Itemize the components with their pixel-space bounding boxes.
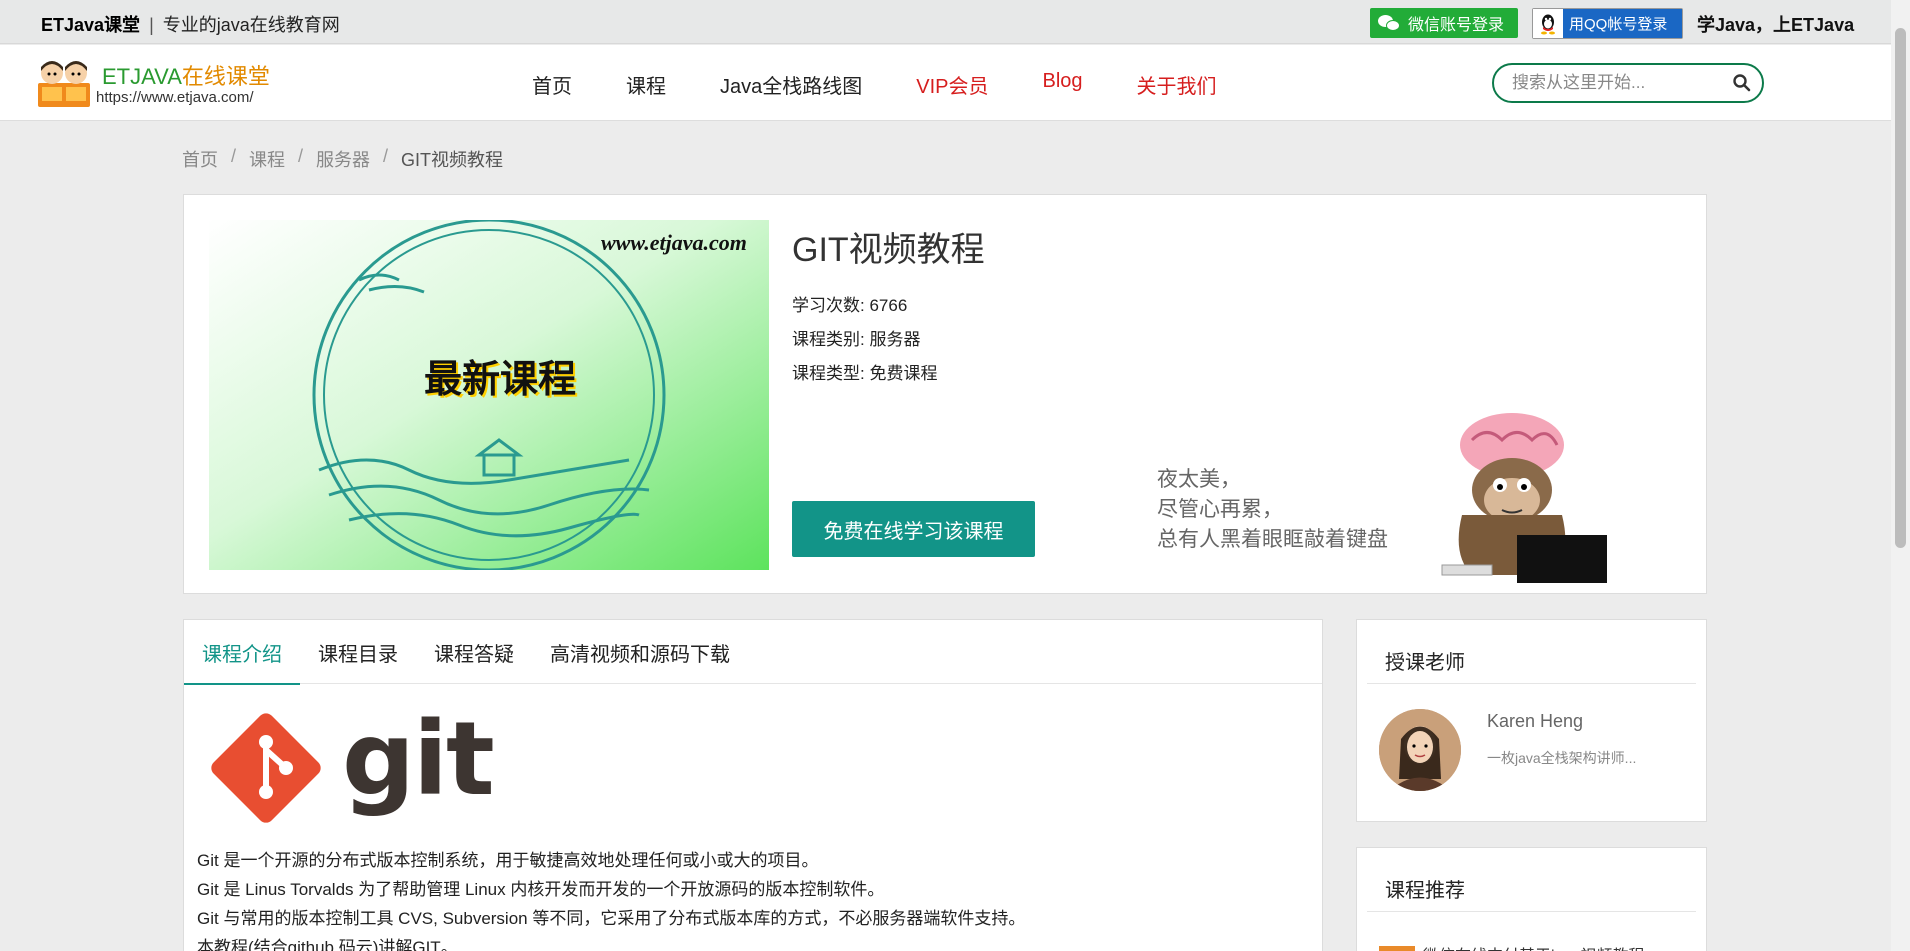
qq-penguin-icon [1533, 9, 1563, 38]
tab-course-qa[interactable]: 课程答疑 [416, 620, 532, 684]
teacher-card-title: 授课老师 [1385, 652, 1465, 674]
git-logo: git [210, 700, 495, 830]
breadcrumb: 首页 / 课程 / 服务器 / GIT视频教程 [182, 146, 503, 172]
site-header-text: ETJava课堂 | 专业的java在线教育网 [41, 11, 340, 37]
site-name[interactable]: ETJava课堂 [41, 15, 140, 35]
intro-paragraph: 本教程(结合github,码云)讲解GIT。 [197, 938, 458, 951]
type-row: 课程类型: 免费课程 [792, 357, 937, 391]
category-value: 服务器 [869, 330, 921, 349]
wechat-login-label: 微信账号登录 [1408, 17, 1505, 34]
wechat-login-button[interactable]: 微信账号登录 [1370, 8, 1518, 38]
teacher-avatar[interactable] [1379, 709, 1461, 791]
search-box [1492, 63, 1764, 103]
teacher-name[interactable]: Karen Heng [1487, 711, 1583, 732]
slogan: 学Java，上ETJava [1697, 15, 1855, 35]
study-count-label: 学习次数: [792, 296, 865, 315]
teacher-card: 授课老师 Karen Heng 一枚java全栈架构讲师... [1356, 619, 1707, 822]
separator: | [149, 15, 154, 35]
scrollbar-thumb[interactable] [1895, 28, 1906, 548]
breadcrumb-divider: / [298, 146, 304, 166]
course-meta: 学习次数: 6766 课程类别: 服务器 课程类型: 免费课程 [792, 289, 937, 391]
divider [1367, 683, 1696, 684]
cover-badge: 最新课程 [424, 359, 577, 401]
intro-paragraph: Git 是 Linus Torvalds 为了帮助管理 Linux 内核开发而开… [197, 880, 885, 899]
course-cover-image: www.etjava.com 最新课程 [209, 220, 769, 570]
recommend-card: 课程推荐 微信在线支付基于java视频教程 [1356, 847, 1707, 951]
nav-java-roadmap[interactable]: Java全栈路线图 [720, 70, 862, 99]
qq-login-label: 用QQ帐号登录 [1563, 9, 1682, 38]
poem-line: 总有人黑着眼眶敲着键盘 [1157, 528, 1388, 551]
qq-login-button[interactable]: 用QQ帐号登录 [1532, 8, 1683, 39]
nav-blog[interactable]: Blog [1043, 70, 1083, 99]
page-scrollbar[interactable] [1891, 0, 1910, 951]
teacher-description: 一枚java全栈架构讲师... [1487, 750, 1637, 766]
start-study-button[interactable]: 免费在线学习该课程 [792, 501, 1035, 557]
breadcrumb-courses[interactable]: 课程 [249, 146, 285, 172]
poem-line: 夜太美， [1157, 468, 1241, 491]
type-value: 免费课程 [869, 364, 938, 383]
course-intro-text: Git 是一个开源的分布式版本控制系统，用于敏捷高效地处理任何或小或大的项目。 … [197, 846, 1025, 951]
nav-vip[interactable]: VIP会员 [916, 70, 988, 99]
poem-line: 尽管心再累， [1157, 498, 1283, 521]
top-bar: ETJava课堂 | 专业的java在线教育网 微信账号登录 用QQ帐号登录 学… [0, 0, 1891, 44]
type-label: 课程类型: [792, 364, 865, 383]
course-detail-panel: 课程介绍 课程目录 课程答疑 高清视频和源码下载 git Git 是一个开源的分… [183, 619, 1323, 951]
intro-paragraph: Git 是一个开源的分布式版本控制系统，用于敏捷高效地处理任何或小或大的项目。 [197, 851, 819, 870]
programmer-monkey-illustration [1441, 413, 1607, 583]
wechat-icon [1378, 14, 1402, 32]
logo-brand-en: ETJAVA [102, 64, 182, 89]
git-logo-text: git [342, 700, 495, 819]
cover-url-text: www.etjava.com [601, 230, 747, 255]
breadcrumb-current: GIT视频教程 [401, 150, 504, 170]
logo-url: https://www.etjava.com/ [96, 89, 254, 106]
search-input[interactable] [1512, 72, 1727, 94]
nav-courses[interactable]: 课程 [626, 70, 666, 99]
logo-kids-icon [38, 61, 90, 107]
search-icon[interactable] [1732, 73, 1752, 93]
breadcrumb-divider: / [231, 146, 237, 166]
breadcrumb-server[interactable]: 服务器 [316, 146, 370, 172]
breadcrumb-divider: / [383, 146, 389, 166]
site-logo[interactable]: ETJAVA在线课堂 https://www.etjava.com/ [34, 53, 284, 113]
course-header-card: www.etjava.com 最新课程 GIT视频教程 学习次数: 6766 课… [183, 194, 1707, 594]
recommend-card-title: 课程推荐 [1385, 880, 1465, 902]
course-title: GIT视频教程 [792, 231, 985, 269]
category-label: 课程类别: [792, 330, 865, 349]
primary-nav: 首页 课程 Java全栈路线图 VIP会员 Blog 关于我们 [532, 70, 1271, 99]
main-navbar: ETJAVA在线课堂 https://www.etjava.com/ 首页 课程… [0, 45, 1891, 121]
breadcrumb-home[interactable]: 首页 [182, 146, 218, 172]
logo-brand-cn: 在线课堂 [181, 64, 270, 89]
recommend-thumbnail[interactable] [1379, 946, 1415, 951]
nav-home[interactable]: 首页 [532, 70, 572, 99]
study-count-row: 学习次数: 6766 [792, 289, 937, 323]
tab-course-catalog[interactable]: 课程目录 [300, 620, 416, 684]
recommend-item-title[interactable]: 微信在线支付基于java视频教程 [1423, 942, 1644, 951]
intro-paragraph: Git 与常用的版本控制工具 CVS, Subversion 等不同，它采用了分… [197, 909, 1026, 928]
category-row: 课程类别: 服务器 [792, 323, 937, 357]
study-count-value: 6766 [869, 296, 908, 315]
course-tabs: 课程介绍 课程目录 课程答疑 高清视频和源码下载 [184, 620, 1322, 685]
tab-video-download[interactable]: 高清视频和源码下载 [532, 620, 748, 684]
logo-brand: ETJAVA在线课堂 [102, 59, 270, 91]
nav-about[interactable]: 关于我们 [1137, 70, 1217, 99]
site-tagline: 专业的java在线教育网 [162, 15, 340, 35]
tab-course-intro[interactable]: 课程介绍 [184, 620, 300, 685]
poem-text: 夜太美， 尽管心再累， 总有人黑着眼眶敲着键盘 [1157, 465, 1388, 555]
divider [1367, 911, 1696, 912]
